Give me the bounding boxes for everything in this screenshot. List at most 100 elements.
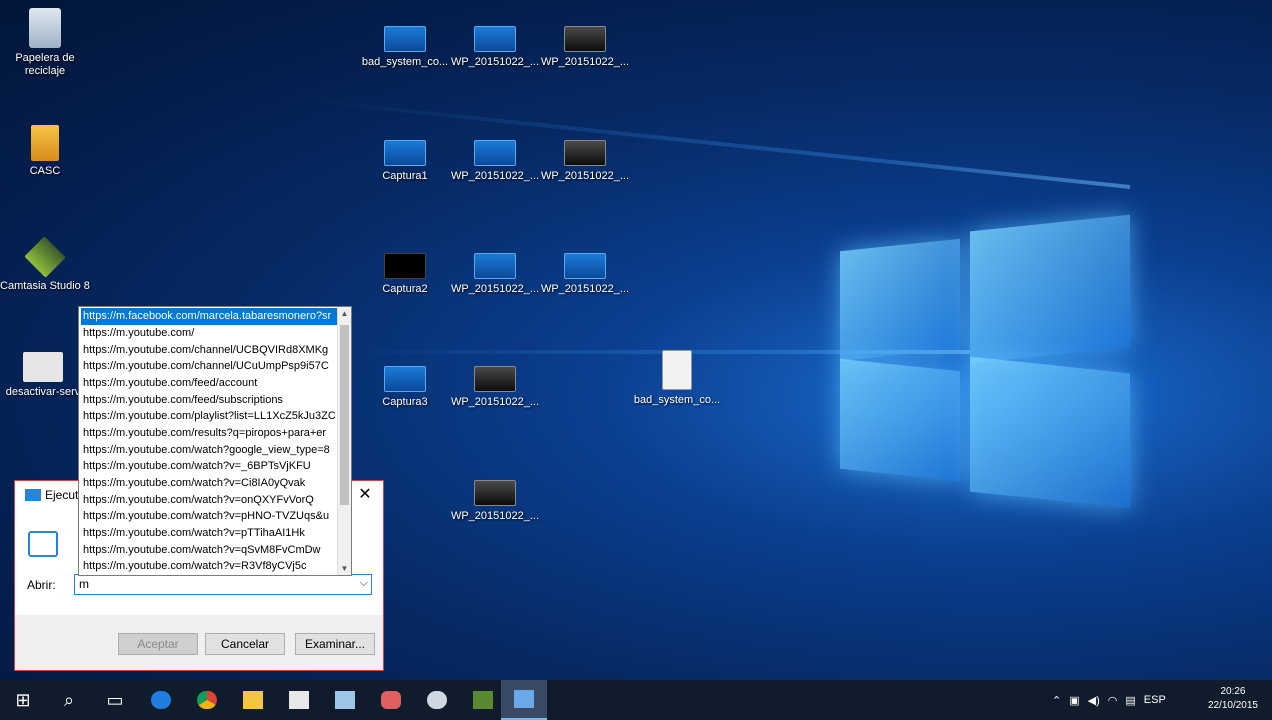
image-icon bbox=[474, 480, 516, 506]
screenshot-icon bbox=[384, 140, 426, 166]
language-indicator[interactable]: ESP bbox=[1144, 694, 1166, 706]
desktop-icon-camtasia[interactable]: Camtasia Studio 8 bbox=[0, 236, 90, 293]
clock-time: 20:26 bbox=[1220, 686, 1246, 697]
search-icon: ⌕ bbox=[63, 689, 75, 710]
start-icon: ⊞ bbox=[15, 689, 31, 710]
wifi-icon[interactable]: ◠ bbox=[1108, 694, 1118, 707]
desktop-icon-wp-6[interactable]: WP_20151022_... bbox=[540, 253, 630, 296]
desktop-icon-bad-system-1[interactable]: bad_system_co... bbox=[360, 26, 450, 69]
desktop-icon-casc[interactable]: CASC bbox=[0, 125, 90, 178]
desktop-icon-desactivar[interactable]: desactivar-serv bbox=[0, 352, 88, 399]
gear-file-icon bbox=[23, 352, 63, 382]
desktop-icon-recycle-bin[interactable]: Papelera de reciclaje bbox=[0, 8, 90, 78]
list-item[interactable]: https://m.facebook.com/marcela.tabaresmo… bbox=[81, 308, 340, 325]
chevron-up-icon[interactable]: ▲ bbox=[338, 309, 351, 318]
taskbar-app-run[interactable] bbox=[501, 680, 547, 720]
settings-icon bbox=[427, 691, 447, 709]
chrome-icon bbox=[197, 691, 217, 709]
desktop-icon-wp-5[interactable]: WP_20151022_... bbox=[450, 253, 540, 296]
list-item[interactable]: https://m.youtube.com/watch?v=qSvM8FvCmD… bbox=[81, 542, 340, 559]
desktop-icon-captura1[interactable]: Captura1 bbox=[360, 140, 450, 183]
list-item[interactable]: https://m.youtube.com/playlist?list=LL1X… bbox=[81, 408, 340, 425]
edge-icon bbox=[151, 691, 171, 709]
taskbar-app-edge[interactable] bbox=[138, 680, 184, 720]
open-input-value: m bbox=[79, 577, 89, 591]
taskbar-app-notepad[interactable] bbox=[322, 680, 368, 720]
start-button[interactable]: ⊞ bbox=[0, 680, 46, 720]
ok-button[interactable]: Aceptar bbox=[118, 633, 198, 655]
task-view-button[interactable]: ▭ bbox=[92, 680, 138, 720]
text-file-icon bbox=[662, 350, 692, 390]
list-item[interactable]: https://m.youtube.com/watch?v=pHNO-TVZUq… bbox=[81, 508, 340, 525]
list-item[interactable]: https://m.youtube.com/ bbox=[81, 325, 340, 342]
taskbar-app-settings[interactable] bbox=[414, 680, 460, 720]
store-icon bbox=[289, 691, 309, 709]
volume-icon[interactable]: ◀) bbox=[1088, 694, 1100, 707]
taskbar-app-explorer[interactable] bbox=[230, 680, 276, 720]
image-icon bbox=[474, 140, 516, 166]
list-item[interactable]: https://m.youtube.com/feed/account bbox=[81, 375, 340, 392]
clock[interactable]: 20:26 22/10/2015 bbox=[1208, 685, 1258, 713]
scrollbar-thumb[interactable] bbox=[340, 325, 349, 505]
wallpaper-windows-logo bbox=[835, 214, 1135, 515]
list-item[interactable]: https://m.youtube.com/feed/subscriptions bbox=[81, 392, 340, 409]
system-tray: ⌃ ▣ ◀) ◠ ▤ ESP bbox=[1052, 680, 1166, 720]
list-item[interactable]: https://m.youtube.com/watch?v=onQXYFvVor… bbox=[81, 492, 340, 509]
desktop-icon-wp-8[interactable]: WP_20151022_... bbox=[450, 480, 540, 523]
screenshot-icon bbox=[384, 253, 426, 279]
camtasia-icon bbox=[473, 691, 493, 709]
autocomplete-scrollbar[interactable]: ▲ ▼ bbox=[337, 307, 351, 575]
desktop-icon-bad-system-2[interactable]: bad_system_co... bbox=[632, 350, 722, 407]
image-icon bbox=[474, 253, 516, 279]
list-item[interactable]: https://m.youtube.com/watch?v=Ci8IA0yQva… bbox=[81, 475, 340, 492]
image-icon bbox=[474, 26, 516, 52]
camtasia-icon bbox=[24, 236, 66, 278]
screenshot-icon bbox=[384, 366, 426, 392]
run-icon bbox=[514, 690, 534, 708]
desktop-icon-wp-2[interactable]: WP_20151022_... bbox=[540, 26, 630, 69]
desktop-icon-captura2[interactable]: Captura2 bbox=[360, 253, 450, 296]
browse-button[interactable]: Examinar... bbox=[295, 633, 375, 655]
recycle-bin-icon bbox=[29, 8, 61, 48]
taskbar-app-camtasia[interactable] bbox=[460, 680, 506, 720]
list-item[interactable]: https://m.youtube.com/watch?v=pTTihaAI1H… bbox=[81, 525, 340, 542]
list-item[interactable]: https://m.youtube.com/channel/UCBQVIRd8X… bbox=[81, 342, 340, 359]
action-center-icon[interactable]: ▤ bbox=[1125, 694, 1135, 707]
search-button[interactable]: ⌕ bbox=[46, 680, 92, 720]
image-icon bbox=[564, 140, 606, 166]
task-view-icon: ▭ bbox=[106, 689, 124, 710]
list-item[interactable]: https://m.youtube.com/watch?v=_6BPTsVjKF… bbox=[81, 458, 340, 475]
casc-icon bbox=[31, 125, 59, 161]
taskbar: ⊞ ⌕ ▭ ⌃ ▣ ◀) ◠ ▤ ESP 20:26 22/10/2015 bbox=[0, 680, 1272, 720]
list-item[interactable]: https://m.youtube.com/watch?google_view_… bbox=[81, 442, 340, 459]
close-icon[interactable]: ✕ bbox=[353, 484, 377, 506]
image-icon bbox=[564, 26, 606, 52]
taskbar-app-store[interactable] bbox=[276, 680, 322, 720]
chevron-down-icon[interactable]: ▼ bbox=[338, 564, 351, 573]
image-icon bbox=[474, 366, 516, 392]
desktop-icon-captura3[interactable]: Captura3 bbox=[360, 366, 450, 409]
screenshot-icon bbox=[384, 26, 426, 52]
list-item[interactable]: https://m.youtube.com/watch?v=R3Vf8yCVj5… bbox=[81, 558, 340, 575]
notepad-icon bbox=[335, 691, 355, 709]
run-icon bbox=[25, 489, 41, 501]
run-program-icon bbox=[28, 531, 58, 557]
desktop-icon-wp-3[interactable]: WP_20151022_... bbox=[450, 140, 540, 183]
desktop-icon-wp-7[interactable]: WP_20151022_... bbox=[450, 366, 540, 409]
autocomplete-list[interactable]: https://m.facebook.com/marcela.tabaresmo… bbox=[78, 306, 352, 576]
open-input[interactable]: m ⌵ bbox=[74, 574, 372, 595]
list-item[interactable]: https://m.youtube.com/channel/UCuUmpPsp9… bbox=[81, 358, 340, 375]
list-item[interactable]: https://m.youtube.com/results?q=piropos+… bbox=[81, 425, 340, 442]
file-explorer-icon bbox=[243, 691, 263, 709]
desktop-icon-wp-4[interactable]: WP_20151022_... bbox=[540, 140, 630, 183]
desktop-icon-wp-1[interactable]: WP_20151022_... bbox=[450, 26, 540, 69]
paint-icon bbox=[381, 691, 401, 709]
network-icon[interactable]: ▣ bbox=[1069, 694, 1079, 707]
clock-date: 22/10/2015 bbox=[1207, 700, 1258, 711]
chevron-up-icon[interactable]: ⌃ bbox=[1052, 694, 1061, 707]
image-icon bbox=[564, 253, 606, 279]
cancel-button[interactable]: Cancelar bbox=[205, 633, 285, 655]
taskbar-app-paint[interactable] bbox=[368, 680, 414, 720]
taskbar-app-chrome[interactable] bbox=[184, 680, 230, 720]
chevron-down-icon[interactable]: ⌵ bbox=[360, 577, 368, 590]
